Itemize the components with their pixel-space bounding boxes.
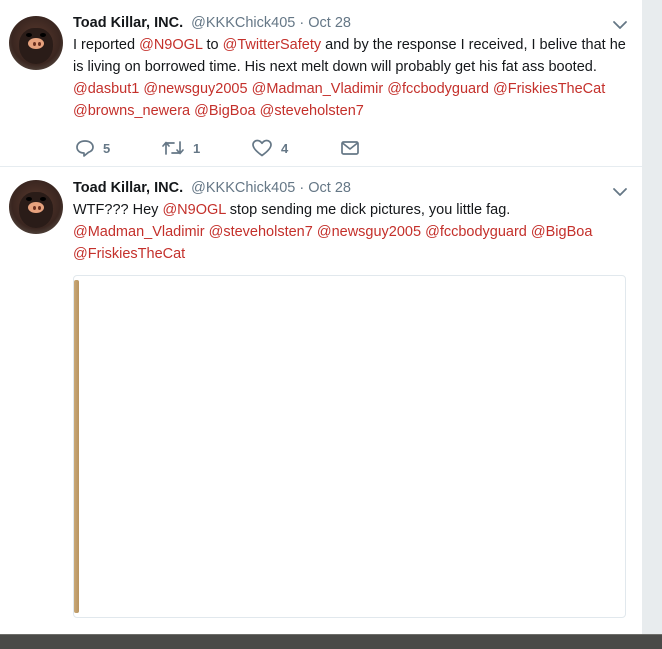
like-count: 4 bbox=[281, 140, 289, 156]
mention-link[interactable]: @dasbut1 bbox=[73, 81, 139, 97]
media-attachment[interactable] bbox=[73, 275, 626, 618]
mention-link[interactable]: @FriskiesTheCat bbox=[73, 246, 185, 262]
mention-link[interactable]: @browns_newera bbox=[73, 103, 190, 119]
mention-link[interactable]: @newsguy2005 bbox=[143, 81, 247, 97]
reply-count: 5 bbox=[103, 140, 111, 156]
avatar-nostril bbox=[33, 42, 36, 46]
mention-link[interactable]: @steveholsten7 bbox=[260, 103, 364, 119]
avatar-eye bbox=[40, 197, 46, 201]
tweet[interactable]: Toad Killar, INC. @KKKChick405 · Oct 28 … bbox=[0, 0, 642, 167]
envelope-icon bbox=[341, 141, 359, 155]
reply-button[interactable]: 5 bbox=[75, 137, 110, 159]
tweet-header: Toad Killar, INC. @KKKChick405 · Oct 28 bbox=[73, 14, 351, 32]
avatar-eye bbox=[40, 33, 46, 37]
tweet-text-segment: stop sending me dick pictures, you littl… bbox=[225, 202, 511, 218]
separator-dot: · bbox=[299, 180, 305, 196]
retweet-count: 1 bbox=[193, 140, 201, 156]
author-handle[interactable]: @KKKChick405 bbox=[191, 180, 295, 196]
avatar[interactable] bbox=[9, 180, 63, 234]
avatar-eye bbox=[26, 197, 32, 201]
avatar-snout bbox=[28, 38, 44, 49]
author-name[interactable]: Toad Killar, INC. bbox=[73, 180, 183, 196]
mention-link[interactable]: @fccbodyguard bbox=[387, 81, 489, 97]
heart-icon bbox=[252, 139, 272, 157]
like-button[interactable]: 4 bbox=[251, 137, 288, 159]
mention-link[interactable]: @fccbodyguard bbox=[425, 224, 527, 240]
mention-link[interactable]: @BigBoa bbox=[531, 224, 592, 240]
retweet-button[interactable]: 1 bbox=[161, 137, 200, 159]
author-handle[interactable]: @KKKChick405 bbox=[191, 15, 295, 31]
mention-link[interactable]: @Madman_Vladimir bbox=[73, 224, 205, 240]
avatar-nostril bbox=[38, 206, 41, 210]
tweet-text: WTF??? Hey @N9OGL stop sending me dick p… bbox=[73, 199, 628, 265]
tweet-text-segment: I reported bbox=[73, 37, 140, 53]
tweet-timestamp[interactable]: Oct 28 bbox=[308, 180, 351, 196]
chevron-down-icon[interactable] bbox=[612, 185, 628, 199]
tweet[interactable]: Toad Killar, INC. @KKKChick405 · Oct 28 … bbox=[0, 167, 642, 634]
tweet-header: Toad Killar, INC. @KKKChick405 · Oct 28 bbox=[73, 179, 351, 197]
mention-link[interactable]: @N9OGL bbox=[162, 202, 225, 218]
avatar-nostril bbox=[38, 42, 41, 46]
taskbar-edge bbox=[0, 634, 662, 649]
scrollbar[interactable] bbox=[642, 0, 662, 634]
avatar[interactable] bbox=[9, 16, 63, 70]
timeline: Toad Killar, INC. @KKKChick405 · Oct 28 … bbox=[0, 0, 642, 634]
tweet-timestamp[interactable]: Oct 28 bbox=[308, 15, 351, 31]
chevron-down-icon[interactable] bbox=[612, 18, 628, 32]
author-name[interactable]: Toad Killar, INC. bbox=[73, 15, 183, 31]
mention-link[interactable]: @FriskiesTheCat bbox=[493, 81, 605, 97]
reply-icon bbox=[76, 140, 94, 157]
avatar-snout bbox=[28, 202, 44, 213]
tweet-text: I reported @N9OGL to @TwitterSafety and … bbox=[73, 34, 628, 122]
mention-link[interactable]: @N9OGL bbox=[139, 37, 202, 53]
mention-link[interactable]: @steveholsten7 bbox=[209, 224, 313, 240]
tweet-text-segment: WTF??? Hey bbox=[73, 202, 163, 218]
media-image-edge bbox=[74, 280, 79, 613]
retweet-icon bbox=[162, 141, 184, 155]
mention-link[interactable]: @newsguy2005 bbox=[317, 224, 421, 240]
direct-message-button[interactable] bbox=[340, 137, 360, 159]
avatar-nostril bbox=[33, 206, 36, 210]
tweet-text-segment: to bbox=[202, 37, 223, 53]
separator-dot: · bbox=[299, 15, 305, 31]
mention-link[interactable]: @TwitterSafety bbox=[223, 37, 322, 53]
avatar-eye bbox=[26, 33, 32, 37]
mention-link[interactable]: @BigBoa bbox=[194, 103, 255, 119]
mention-link[interactable]: @Madman_Vladimir bbox=[252, 81, 384, 97]
